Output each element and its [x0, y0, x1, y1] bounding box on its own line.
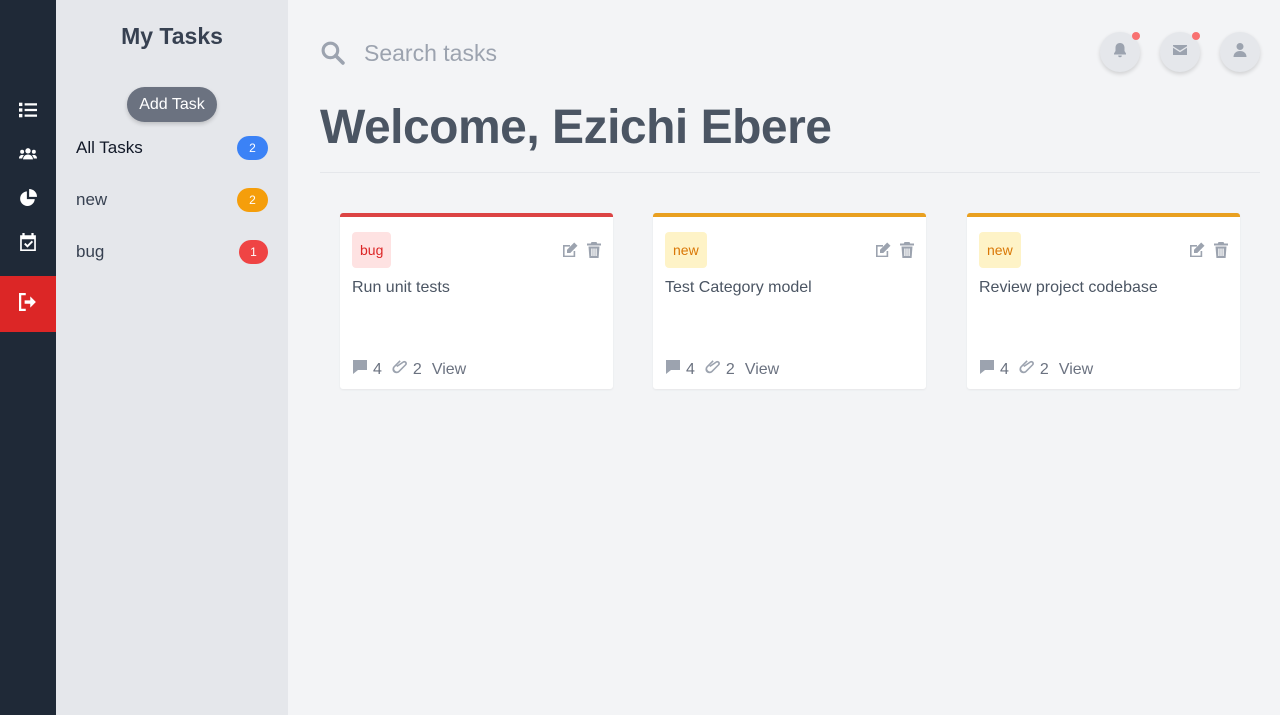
list-icon: [19, 101, 37, 124]
rail-reports-button[interactable]: [0, 180, 56, 220]
rail-tasks-button[interactable]: [0, 92, 56, 132]
category-label: All Tasks: [76, 138, 143, 157]
edit-icon[interactable]: [561, 241, 579, 259]
card-actions: [874, 241, 916, 259]
sign-out-icon: [19, 292, 37, 316]
category-bug[interactable]: bug 1: [76, 240, 268, 264]
comments-count: 4: [979, 359, 1009, 380]
trash-icon[interactable]: [1212, 241, 1230, 259]
user-name: Ezichi Ebere: [552, 101, 832, 154]
task-footer: 4 2 View: [352, 359, 466, 380]
edit-icon[interactable]: [874, 241, 892, 259]
comment-icon: [352, 359, 373, 380]
task-tag: new: [665, 232, 707, 268]
card-actions: [561, 241, 603, 259]
users-icon: [19, 145, 37, 168]
paperclip-icon: [392, 359, 413, 380]
comments-value: 4: [373, 360, 382, 378]
bell-icon: [1112, 42, 1128, 63]
card-actions: [1188, 241, 1230, 259]
paperclip-icon: [705, 359, 726, 380]
task-sidebar: My Tasks Add Task All Tasks 2 new 2 bug …: [56, 0, 288, 715]
notifications-button[interactable]: [1100, 32, 1140, 72]
pie-chart-icon: [19, 188, 37, 212]
calendar-check-icon: [19, 232, 37, 256]
task-title: Test Category model: [665, 279, 812, 296]
comment-icon: [979, 359, 1000, 380]
task-footer: 4 2 View: [979, 359, 1093, 380]
notification-dot: [1132, 32, 1140, 40]
user-icon: [1232, 42, 1248, 63]
comments-count: 4: [665, 359, 695, 380]
attachments-value: 2: [725, 360, 735, 378]
messages-button[interactable]: [1160, 32, 1200, 72]
search-icon: [320, 40, 345, 65]
comment-icon: [665, 359, 686, 380]
attachments-count: 2: [392, 359, 422, 380]
category-label: bug: [76, 242, 105, 261]
task-card[interactable]: new Review project codebase 4 2 View: [967, 213, 1240, 389]
welcome-greeting: Welcome,: [320, 101, 540, 154]
envelope-icon: [1172, 42, 1188, 63]
task-tag: bug: [352, 232, 392, 268]
view-task-link[interactable]: View: [745, 361, 779, 379]
task-footer: 4 2 View: [665, 359, 779, 380]
search-input[interactable]: [352, 34, 752, 72]
rail-team-button[interactable]: [0, 136, 56, 176]
edit-icon[interactable]: [1188, 241, 1206, 259]
category-count-badge: 2: [237, 188, 268, 212]
rail-logout-button[interactable]: [0, 276, 56, 332]
task-card[interactable]: bug Run unit tests 4 2 View: [340, 213, 613, 389]
view-task-link[interactable]: View: [1059, 361, 1093, 379]
category-all-tasks[interactable]: All Tasks 2: [76, 136, 268, 160]
task-title: Run unit tests: [352, 279, 450, 296]
category-label: new: [76, 190, 108, 209]
attachments-value: 2: [1039, 360, 1049, 378]
paperclip-icon: [1019, 359, 1040, 380]
comments-value: 4: [686, 360, 695, 378]
category-count-badge: 2: [237, 136, 268, 160]
view-task-link[interactable]: View: [432, 361, 466, 379]
attachments-value: 2: [412, 360, 422, 378]
add-task-button[interactable]: Add Task: [127, 87, 217, 122]
welcome-heading: Welcome, Ezichi Ebere: [320, 100, 832, 155]
task-tag: new: [979, 232, 1021, 268]
trash-icon[interactable]: [585, 241, 603, 259]
category-count-badge: 1: [239, 240, 268, 264]
category-new[interactable]: new 2: [76, 188, 268, 212]
header-divider: [320, 172, 1260, 173]
attachments-count: 2: [705, 359, 735, 380]
comments-value: 4: [1000, 360, 1009, 378]
message-dot: [1192, 32, 1200, 40]
trash-icon[interactable]: [898, 241, 916, 259]
comments-count: 4: [352, 359, 382, 380]
task-card[interactable]: new Test Category model 4 2 View: [653, 213, 926, 389]
icon-rail: [0, 0, 56, 715]
rail-calendar-button[interactable]: [0, 224, 56, 264]
task-title: Review project codebase: [979, 279, 1158, 296]
attachments-count: 2: [1019, 359, 1049, 380]
sidebar-title: My Tasks: [121, 23, 223, 49]
profile-button[interactable]: [1220, 32, 1260, 72]
